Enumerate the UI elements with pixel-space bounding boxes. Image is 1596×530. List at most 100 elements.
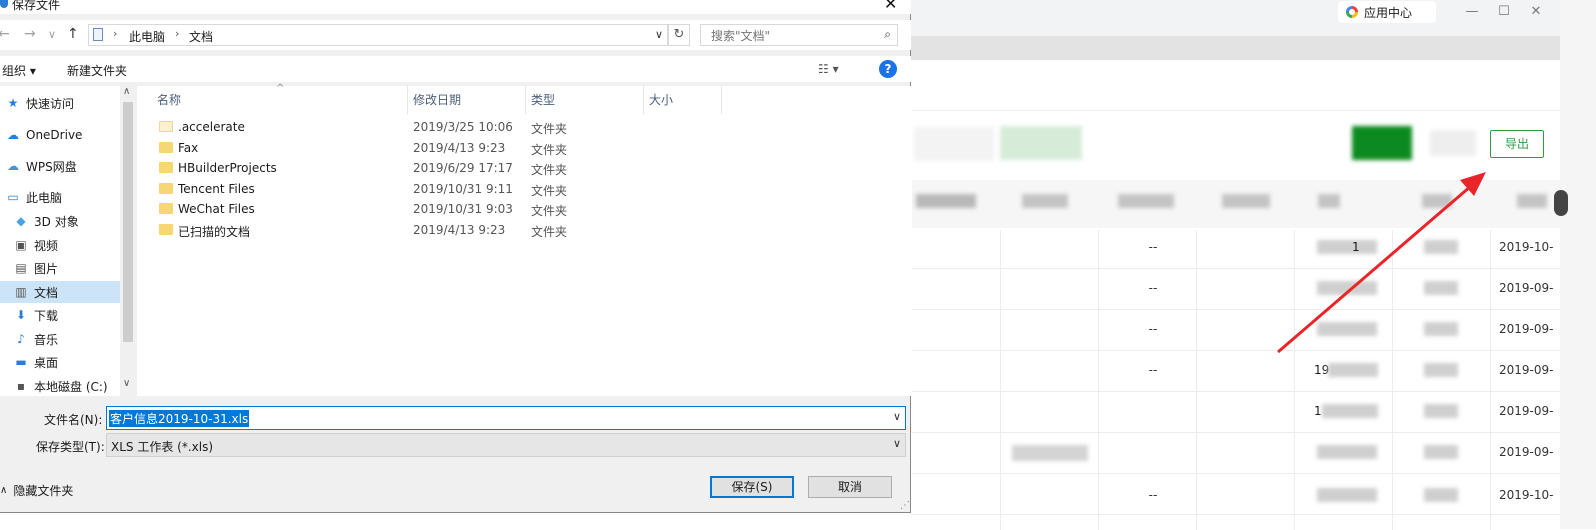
- app-center-icon: [1346, 6, 1358, 18]
- sidebar-item-label: 音乐: [34, 332, 59, 347]
- list-item[interactable]: .accelerate 2019/3/25 10:06 文件夹: [157, 118, 757, 138]
- sidebar-item[interactable]: ⬇ 下载: [14, 304, 58, 326]
- resize-grip-icon[interactable]: ⋰: [900, 500, 910, 511]
- file-name: 已扫描的文档: [178, 224, 251, 239]
- search-box[interactable]: ⌕: [700, 24, 898, 46]
- file-type: 文件夹: [531, 204, 568, 218]
- chevron-down-icon[interactable]: ∨: [893, 437, 901, 450]
- list-item[interactable]: WeChat Files 2019/10/31 9:03 文件夹: [157, 200, 757, 220]
- sidebar-item[interactable]: ▪ 本地磁盘 (C:): [14, 375, 108, 397]
- recent-locations-button[interactable]: ∨: [48, 28, 56, 41]
- minimize-icon[interactable]: —: [1457, 3, 1487, 21]
- blurred-cell: [1424, 363, 1458, 377]
- sidebar-item[interactable]: ▭ 此电脑: [6, 186, 62, 208]
- file-date: 2019/6/29 17:17: [413, 161, 513, 175]
- search-icon[interactable]: ⌕: [884, 27, 891, 42]
- breadcrumb-separator: ›: [113, 27, 118, 40]
- blurred-cell: [1317, 445, 1377, 459]
- chevron-down-icon[interactable]: ∨: [893, 410, 901, 423]
- filetype-select[interactable]: XLS 工作表 (*.xls) ∨: [106, 433, 906, 457]
- blurred-cell: [1317, 281, 1377, 295]
- new-folder-button[interactable]: 新建文件夹: [67, 62, 127, 79]
- breadcrumb-documents[interactable]: 文档: [189, 28, 213, 45]
- column-header-size[interactable]: 大小: [649, 91, 673, 108]
- column-divider: [1490, 230, 1491, 530]
- breadcrumb-this-pc[interactable]: 此电脑: [129, 28, 165, 45]
- forward-button[interactable]: →: [24, 26, 36, 42]
- blurred-field: [1430, 130, 1476, 156]
- scroll-up-icon[interactable]: ∧: [123, 86, 130, 97]
- file-name: HBuilderProjects: [178, 161, 277, 175]
- export-button[interactable]: 导出: [1490, 130, 1544, 158]
- blurred-cell: [1317, 322, 1377, 336]
- row-divider: [912, 391, 1562, 392]
- column-header-type[interactable]: 类型: [531, 91, 555, 108]
- blurred-cell: [1328, 363, 1378, 377]
- filename-input[interactable]: 客户信息2019-10-31.xls: [109, 410, 250, 427]
- organize-menu[interactable]: 组织 ▾: [2, 62, 36, 79]
- file-name: .accelerate: [178, 120, 245, 134]
- close-window-icon[interactable]: ✕: [1521, 3, 1551, 21]
- table-cell-date: 2019-09-: [1499, 404, 1554, 418]
- sidebar-item[interactable]: ★ 快速访问: [6, 92, 74, 114]
- table-cell-date: 2019-10-: [1499, 488, 1554, 502]
- help-icon[interactable]: ?: [879, 60, 897, 78]
- search-input[interactable]: [709, 27, 873, 45]
- sidebar-item[interactable]: ▣ 视频: [14, 234, 58, 256]
- sidebar-item[interactable]: ▬ 桌面: [14, 351, 58, 373]
- navigation-scrollbar[interactable]: ∧ ∨: [120, 86, 136, 396]
- sidebar-item-label: 文档: [34, 285, 59, 300]
- list-item[interactable]: Fax 2019/4/13 9:23 文件夹: [157, 139, 757, 159]
- filename-field[interactable]: 客户信息2019-10-31.xls ∨: [106, 406, 906, 430]
- column-header-date[interactable]: 修改日期: [413, 91, 461, 108]
- hide-folders-toggle[interactable]: ∧ 隐藏文件夹: [0, 482, 73, 499]
- cube-icon: ◆: [16, 214, 26, 228]
- blurred-header: [1517, 194, 1547, 208]
- refresh-button[interactable]: ↻: [668, 24, 690, 46]
- column-separator[interactable]: [525, 86, 526, 114]
- folder-icon: [159, 121, 173, 132]
- chevron-down-icon[interactable]: ∨: [655, 28, 663, 41]
- list-item[interactable]: 已扫描的文档 2019/4/13 9:23 文件夹: [157, 221, 757, 241]
- sidebar-item[interactable]: ♪ 音乐: [14, 328, 58, 350]
- maximize-icon[interactable]: ☐: [1489, 3, 1519, 21]
- back-button[interactable]: ←: [0, 26, 10, 42]
- scroll-down-icon[interactable]: ∨: [123, 378, 130, 389]
- app-center-button[interactable]: 应用中心: [1338, 1, 1436, 23]
- sidebar-item[interactable]: ▤ 图片: [14, 257, 58, 279]
- column-header-name[interactable]: 名称: [157, 91, 181, 108]
- desktop-icon: ▬: [15, 355, 27, 369]
- table-cell: --: [1148, 240, 1158, 254]
- row-divider: [912, 309, 1562, 310]
- chevron-up-icon: ∧: [0, 485, 8, 496]
- folder-icon: [159, 141, 173, 153]
- scroll-thumb[interactable]: [123, 102, 133, 342]
- column-separator[interactable]: [407, 86, 408, 114]
- sidebar-item[interactable]: ☁ OneDrive: [6, 124, 82, 146]
- close-icon[interactable]: ✕: [884, 0, 897, 13]
- cancel-button[interactable]: 取消: [808, 476, 892, 498]
- list-item[interactable]: HBuilderProjects 2019/6/29 17:17 文件夹: [157, 159, 757, 179]
- address-bar[interactable]: › 此电脑 › 文档 ∨: [88, 24, 668, 46]
- column-separator[interactable]: [721, 86, 722, 114]
- scroll-handle[interactable]: [1554, 190, 1568, 216]
- sidebar-item[interactable]: ☁ WPS网盘: [6, 155, 77, 177]
- folder-icon: [159, 162, 173, 173]
- column-separator[interactable]: [643, 86, 644, 114]
- app-center-label: 应用中心: [1364, 5, 1413, 20]
- blurred-field: [914, 127, 994, 161]
- sidebar-item[interactable]: ▥ 文档: [0, 281, 120, 303]
- sidebar-item[interactable]: ◆ 3D 对象: [14, 210, 78, 232]
- list-item[interactable]: Tencent Files 2019/10/31 9:11 文件夹: [157, 180, 757, 200]
- file-type: 文件夹: [531, 183, 568, 198]
- dialog-titlebar: 保存文件 ✕: [0, 0, 911, 14]
- table-cell-date: 2019-09-: [1499, 322, 1554, 336]
- file-date: 2019/4/13 9:23: [413, 222, 506, 237]
- up-button[interactable]: ↑: [67, 26, 79, 42]
- page-scrollbar[interactable]: [1560, 0, 1596, 529]
- table-cell-date: 2019-10-: [1499, 240, 1554, 254]
- file-date: 2019/10/31 9:11: [413, 181, 513, 196]
- view-options-button[interactable]: ☷ ▾: [818, 62, 839, 76]
- blurred-cell: [1317, 488, 1377, 502]
- save-button[interactable]: 保存(S): [710, 476, 794, 498]
